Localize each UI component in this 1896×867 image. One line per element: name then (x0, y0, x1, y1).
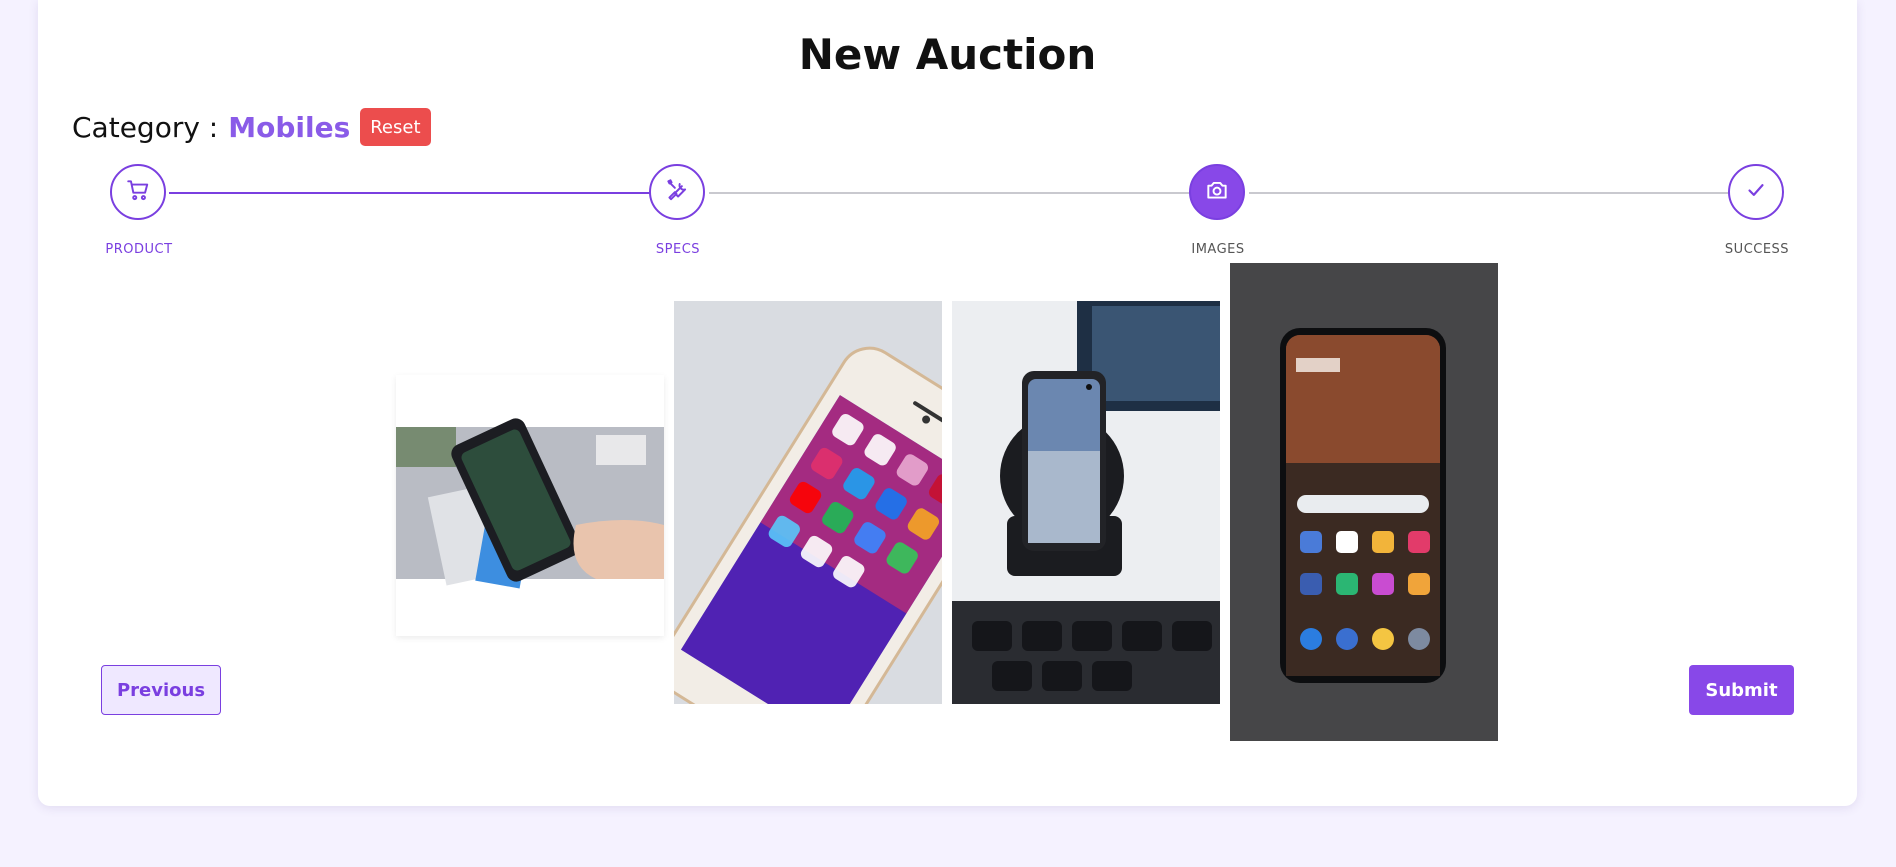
step-label-success: SUCCESS (1724, 242, 1790, 257)
auction-card: New Auction Category : Mobiles Reset PRO… (38, 0, 1857, 806)
step-label-images: IMAGES (1191, 242, 1245, 257)
tools-icon (664, 177, 690, 207)
stepper-line-2 (709, 192, 1221, 194)
category-label: Category : (72, 110, 219, 144)
step-images[interactable] (1189, 164, 1245, 220)
cart-icon (125, 177, 151, 207)
step-label-product: PRODUCT (105, 242, 173, 257)
android-phone-photo[interactable] (1230, 263, 1498, 741)
previous-button[interactable]: Previous (101, 665, 221, 715)
step-label-specs: SPECS (655, 242, 701, 257)
reset-button[interactable]: Reset (360, 108, 431, 146)
page-title: New Auction (798, 30, 1097, 79)
category-value: Mobiles (228, 110, 351, 144)
step-success[interactable] (1728, 164, 1784, 220)
submit-button[interactable]: Submit (1689, 665, 1794, 715)
step-specs[interactable] (649, 164, 705, 220)
step-product[interactable] (110, 164, 166, 220)
phone-in-hand-photo[interactable] (396, 375, 664, 636)
phone-on-wireless-charger-photo[interactable] (952, 301, 1220, 704)
category-row: Category : Mobiles Reset (72, 108, 431, 146)
camera-icon (1204, 177, 1230, 207)
stepper-line-1 (169, 192, 681, 194)
stepper-line-3 (1249, 192, 1761, 194)
check-icon (1743, 177, 1769, 207)
iphone-home-screen-photo[interactable] (674, 301, 942, 704)
